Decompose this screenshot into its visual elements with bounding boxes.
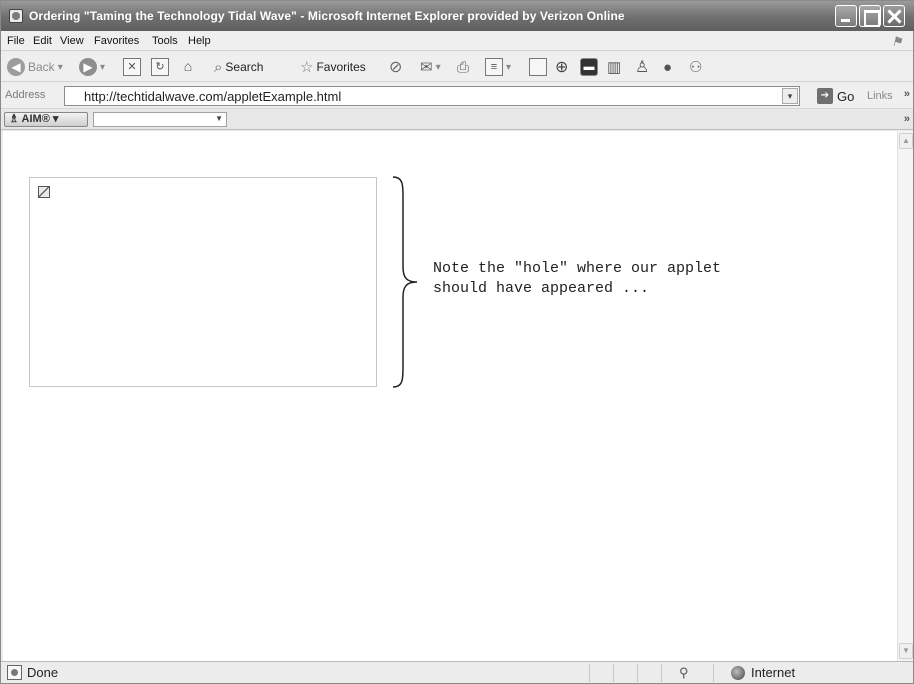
window-title: Ordering "Taming the Technology Tidal Wa… (29, 9, 625, 23)
aim-chevron-icon[interactable]: » (904, 113, 910, 125)
back-label: Back (28, 60, 55, 74)
address-dropdown-icon[interactable]: ▾ (782, 88, 798, 104)
forward-arrow-icon: ▶ (79, 58, 97, 76)
aim-button[interactable]: ♗ AIM® ▾ (4, 112, 88, 127)
status-divider (713, 664, 714, 682)
windows-logo-icon: ⚑ (891, 34, 903, 49)
stop-icon: ✕ (123, 58, 141, 76)
status-divider (637, 664, 638, 682)
stop-button[interactable]: ✕ (123, 57, 141, 77)
internet-zone-icon (731, 666, 745, 680)
page-status-icon (7, 665, 22, 680)
standard-toolbar: ◀ Back ▾ ▶ ▾ ✕ ↻ ⌂ ⌕ Search ☆ Favorites … (1, 52, 913, 82)
media-button[interactable]: ▬ (580, 57, 598, 77)
menu-view[interactable]: View (60, 35, 84, 47)
links-button[interactable]: Links (867, 90, 893, 102)
status-divider (613, 664, 614, 682)
chevron-down-icon: ▼ (215, 114, 223, 123)
vertical-scrollbar[interactable]: ▲ ▼ (897, 131, 913, 661)
aim-buddy-button[interactable]: ♙ (635, 57, 649, 77)
people-button[interactable]: ⚇ (689, 57, 702, 77)
back-button[interactable]: ◀ Back ▾ (7, 57, 63, 77)
aim-person-icon: ♗ (9, 113, 19, 125)
close-button[interactable] (883, 5, 905, 27)
menu-bar: File Edit View Favorites Tools Help ⚑ (1, 31, 913, 51)
mail-icon: ✉ (420, 59, 433, 76)
search-icon: ⌕ (214, 58, 223, 76)
address-input[interactable] (65, 87, 765, 105)
go-arrow-icon: ➔ (817, 88, 833, 104)
menu-edit[interactable]: Edit (33, 35, 52, 47)
applet-placeholder (29, 177, 377, 387)
aim-toolbar: ♗ AIM® ▾ ▼ » (1, 110, 913, 130)
mail-button[interactable]: ✉ ▾ (420, 57, 441, 77)
security-zone-label: Internet (751, 665, 796, 680)
discuss-icon (529, 58, 547, 76)
address-label: Address (5, 89, 46, 101)
menu-file[interactable]: File (7, 35, 25, 47)
broken-image-icon (38, 186, 50, 198)
research-button[interactable]: ▥ (607, 57, 621, 77)
status-bar: Done ⚲ Internet (1, 661, 913, 683)
ie-page-icon (9, 9, 23, 23)
discuss-button[interactable] (529, 57, 547, 77)
go-label: Go (837, 88, 855, 104)
favorites-star-icon: ☆ (300, 59, 314, 76)
history-icon: ⊘ (389, 59, 403, 76)
status-divider (589, 664, 590, 682)
page-content: Note the "hole" where our applet should … (3, 131, 897, 661)
home-button[interactable]: ⌂ (179, 57, 197, 77)
status-divider (661, 664, 662, 682)
favorites-button[interactable]: ☆ Favorites (300, 57, 366, 77)
address-bar: Address ▾ ➔ Go Links » (1, 83, 913, 109)
history-button[interactable]: ⊘ (389, 57, 402, 77)
aim-buddy-icon: ♙ (635, 59, 650, 76)
aim-label: AIM (21, 113, 42, 125)
refresh-icon: ↻ (151, 58, 169, 76)
home-icon: ⌂ (183, 58, 193, 74)
back-dropdown-icon: ▾ (57, 61, 63, 73)
browser-window: Ordering "Taming the Technology Tidal Wa… (0, 0, 914, 684)
research-icon: ▥ (607, 59, 622, 76)
menu-favorites[interactable]: Favorites (94, 35, 139, 47)
maximize-button[interactable] (859, 5, 881, 27)
forward-dropdown-icon: ▾ (100, 61, 106, 73)
back-arrow-icon: ◀ (7, 58, 25, 76)
search-button[interactable]: ⌕ Search (214, 57, 263, 77)
title-bar: Ordering "Taming the Technology Tidal Wa… (1, 1, 914, 31)
search-label: Search (225, 60, 264, 74)
print-button[interactable]: ⎙ (457, 57, 469, 77)
forward-button[interactable]: ▶ ▾ (79, 57, 105, 77)
refresh-button[interactable]: ↻ (151, 57, 169, 77)
aim-search-dropdown[interactable]: ▼ (93, 112, 227, 127)
edit-icon: ≡ (485, 58, 503, 76)
connection-icon: ⚲ (679, 665, 689, 680)
annotation-note: Note the "hole" where our applet should … (433, 260, 722, 297)
messenger-button[interactable]: ⊕ (555, 57, 568, 77)
address-field-container: ▾ (64, 86, 800, 106)
status-text: Done (27, 665, 59, 680)
menu-tools[interactable]: Tools (152, 35, 178, 47)
media-icon: ▬ (580, 58, 598, 76)
people-icon: ⚇ (689, 59, 703, 76)
print-icon: ⎙ (457, 58, 470, 76)
chat-button[interactable]: ● (663, 57, 672, 77)
curly-brace (392, 176, 418, 388)
scroll-down-arrow-icon[interactable]: ▼ (899, 643, 913, 659)
go-button[interactable]: ➔ Go (817, 88, 854, 104)
edit-button[interactable]: ≡ ▾ (485, 57, 511, 77)
scroll-up-arrow-icon[interactable]: ▲ (899, 133, 913, 149)
chat-bubble-icon: ● (663, 58, 673, 76)
favorites-label: Favorites (316, 60, 366, 74)
links-chevron-icon[interactable]: » (904, 88, 910, 100)
menu-help[interactable]: Help (188, 35, 211, 47)
minimize-button[interactable] (835, 5, 857, 27)
globe-icon: ⊕ (555, 59, 569, 76)
